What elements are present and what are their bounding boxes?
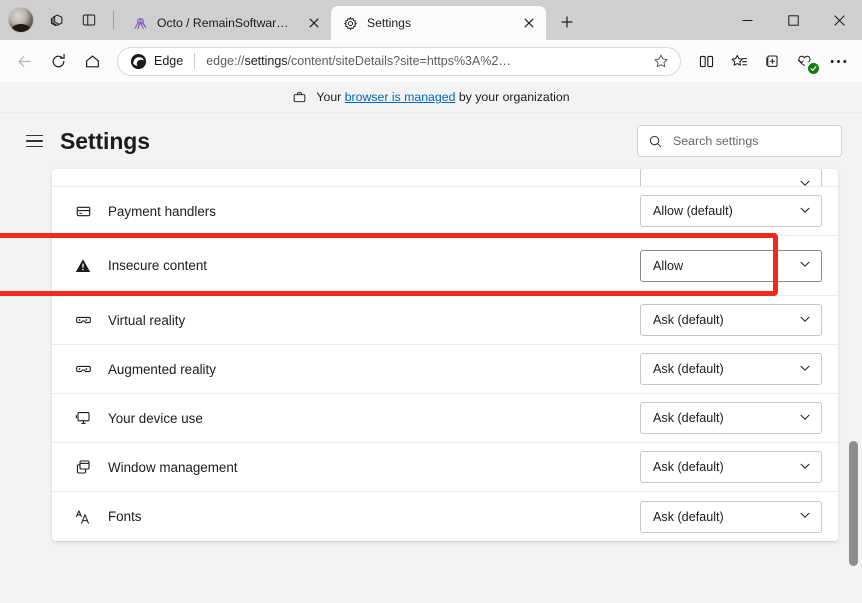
permission-dropdown[interactable]: Ask (default) [640,353,822,385]
address-bar-divider [194,53,196,69]
row-label: Augmented reality [108,361,216,377]
chevron-down-icon [799,177,811,187]
maximize-button[interactable] [770,0,816,40]
permission-value: Allow [653,258,684,273]
new-tab-plus-icon[interactable] [552,7,582,37]
briefcase-icon [292,90,307,105]
search-settings-box[interactable] [637,125,842,157]
scrollbar-thumb[interactable] [849,441,858,566]
row-label: Window management [108,459,238,475]
gear-icon [342,15,359,32]
chevron-down-icon [799,509,811,524]
permission-dropdown[interactable]: Ask (default) [640,304,822,336]
payment-card-icon [72,203,94,220]
table-row[interactable] [52,169,838,187]
page-title: Settings [60,127,150,154]
back-arrow-icon[interactable] [8,45,40,77]
browser-essentials-icon[interactable] [789,45,821,77]
split-screen-icon[interactable] [690,45,722,77]
collections-icon[interactable] [756,45,788,77]
permission-value: Ask (default) [653,460,724,474]
site-permissions-card: Payment handlers Allow (default) Insecur… [52,169,838,541]
fonts-aa-icon [72,508,94,526]
settings-page: Settings Search settings Payment handler… [0,113,862,603]
refresh-icon[interactable] [42,45,74,77]
ar-goggles-icon [72,360,94,378]
browser-toolbar: Edge edge://settings/content/siteDetails… [0,40,862,82]
avatar[interactable] [8,7,34,33]
permissions-card-wrapper: Payment handlers Allow (default) Insecur… [0,169,862,603]
table-row[interactable]: Payment handlers Allow (default) [52,187,838,236]
title-bar: Octo / RemainSoftware.com Settings [0,0,862,40]
row-label: Fonts [108,509,142,524]
row-label: Insecure content [108,258,208,273]
hamburger-menu-icon[interactable] [18,125,50,157]
vr-goggles-icon [72,311,94,329]
home-icon[interactable] [76,45,108,77]
titlebar-left-controls [0,0,121,40]
essentials-status-badge [808,63,819,74]
close-button[interactable] [816,0,862,40]
tab-settings[interactable]: Settings [331,6,546,40]
permission-value: Ask (default) [653,362,724,376]
permission-value: Ask (default) [653,509,724,524]
address-bar-brand: Edge [154,54,184,68]
warning-triangle-icon [72,257,94,275]
octopus-icon [132,15,149,32]
settings-page-header: Settings [0,113,862,169]
table-row[interactable]: Fonts Ask (default) [52,492,838,541]
search-input[interactable] [673,134,831,148]
tab-strip: Octo / RemainSoftware.com Settings [121,0,582,40]
table-row[interactable]: Your device use Ask (default) [52,394,838,443]
permission-dropdown[interactable] [640,169,822,187]
chevron-down-icon [799,313,811,328]
more-options-icon[interactable] [822,45,854,77]
chevron-down-icon [799,460,811,475]
minimize-button[interactable] [724,0,770,40]
table-row-insecure-content[interactable]: Insecure content Allow [52,236,838,296]
permission-dropdown[interactable]: Ask (default) [640,500,822,533]
row-label: Virtual reality [108,312,186,328]
toolbar-right-actions [690,45,854,77]
row-label: Payment handlers [108,203,216,219]
permission-value: Ask (default) [653,313,724,327]
table-row[interactable]: Augmented reality Ask (default) [52,345,838,394]
managed-banner-link[interactable]: browser is managed [345,90,456,104]
tab-title: Octo / RemainSoftware.com [157,16,295,30]
address-bar[interactable]: Edge edge://settings/content/siteDetails… [117,46,681,76]
edge-logo-icon [130,53,147,70]
permission-dropdown[interactable]: Allow (default) [640,195,822,227]
permission-dropdown[interactable]: Ask (default) [640,451,822,483]
tab-title: Settings [367,16,412,30]
permission-dropdown[interactable]: Ask (default) [640,402,822,434]
close-tab-icon[interactable] [518,12,540,34]
permission-dropdown-insecure-content[interactable]: Allow [640,249,822,282]
favorites-icon[interactable] [723,45,755,77]
chevron-down-icon [799,362,811,377]
managed-browser-banner: Your browser is managed by your organiza… [0,82,862,113]
star-icon[interactable] [648,48,674,74]
chevron-down-icon [799,204,811,219]
monitor-icon [72,409,94,427]
titlebar-divider [113,11,114,29]
row-label: Your device use [108,410,203,426]
address-bar-url[interactable]: edge://settings/content/siteDetails?site… [206,54,648,68]
chevron-down-icon [799,411,811,426]
permission-value: Allow (default) [653,204,733,218]
tab-octo-remainsoftware[interactable]: Octo / RemainSoftware.com [121,6,331,40]
tab-actions-icon[interactable] [42,5,72,35]
table-row[interactable]: Virtual reality Ask (default) [52,296,838,345]
close-tab-icon[interactable] [303,12,325,34]
permission-value: Ask (default) [653,411,724,425]
window-controls [724,0,862,40]
managed-banner-text: Your browser is managed by your organiza… [316,90,570,104]
windows-stack-icon [72,458,94,476]
chevron-down-icon [799,258,811,273]
table-row[interactable]: Window management Ask (default) [52,443,838,492]
page-scrollbar[interactable] [849,113,858,603]
search-icon [648,134,663,149]
split-pane-icon[interactable] [74,5,104,35]
